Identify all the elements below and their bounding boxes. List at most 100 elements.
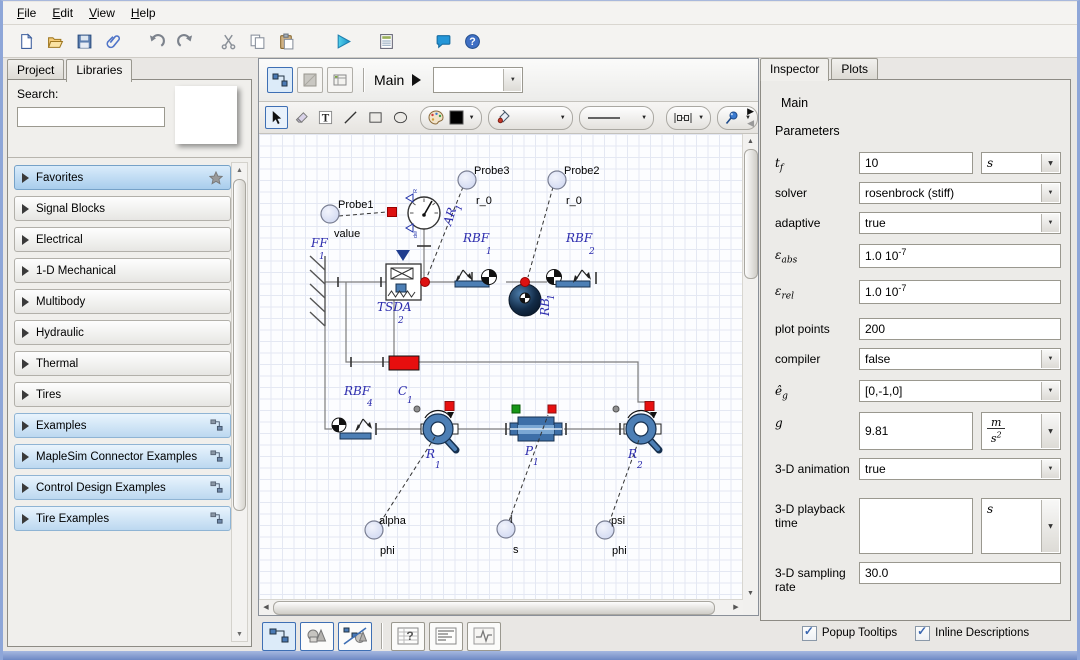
library-scrollbar[interactable]: ▲ ▼ <box>231 162 248 642</box>
open-file-button[interactable] <box>42 28 68 54</box>
menu-help[interactable]: Help <box>123 4 164 22</box>
state-square-green[interactable] <box>512 405 520 413</box>
canvas-vscrollbar[interactable]: ▲ ▼ <box>742 134 758 600</box>
run-simulation-button[interactable] <box>330 28 356 54</box>
ellipse-tool-button[interactable] <box>389 106 412 129</box>
solver-combo[interactable]: rosenbrock (stiff) <box>859 182 1061 204</box>
line-tool-button[interactable] <box>339 106 362 129</box>
eps-abs-input[interactable]: 1.0 10-7 <box>859 244 1061 268</box>
description-pane-button[interactable] <box>429 622 463 651</box>
3d-animation-combo[interactable]: true <box>859 458 1061 480</box>
state-square-red[interactable] <box>548 405 556 413</box>
library-item-1d-mechanical[interactable]: 1-D Mechanical <box>14 258 231 283</box>
library-item-maplesim-connector-examples[interactable]: MapleSim Connector Examples <box>14 444 231 469</box>
combo-arrow-icon[interactable] <box>1041 214 1059 232</box>
toolbar-collapse-icon[interactable] <box>747 117 754 129</box>
canvas-hscrollbar[interactable]: ◀ ▶ <box>259 599 743 615</box>
annotation-view-button[interactable] <box>297 67 323 93</box>
tab-project[interactable]: Project <box>7 59 64 80</box>
new-document-button[interactable] <box>13 28 39 54</box>
expand-triangle-icon[interactable] <box>22 452 29 462</box>
plot-points-input[interactable] <box>859 318 1061 340</box>
simulation-pane-button[interactable] <box>467 622 501 651</box>
scroll-up-icon[interactable]: ▲ <box>232 163 247 177</box>
scroll-left-icon[interactable]: ◀ <box>259 600 273 614</box>
3d-playback-unit-combo[interactable]: s <box>981 498 1061 554</box>
expand-triangle-icon[interactable] <box>22 266 29 276</box>
breadcrumb[interactable]: Main <box>374 72 404 88</box>
expand-triangle-icon[interactable] <box>22 297 29 307</box>
expand-triangle-icon[interactable] <box>22 359 29 369</box>
rigid-body-frame-2[interactable] <box>547 270 592 288</box>
library-item-favorites[interactable]: Favorites <box>14 165 231 190</box>
color-palette-control[interactable] <box>420 106 482 130</box>
probe-1[interactable] <box>321 205 339 223</box>
tsda-component[interactable] <box>386 250 421 300</box>
revolute-joint-1[interactable] <box>421 410 458 450</box>
cut-button[interactable] <box>215 28 241 54</box>
paste-button[interactable] <box>273 28 299 54</box>
expand-triangle-icon[interactable] <box>22 514 29 524</box>
expand-triangle-icon[interactable] <box>22 390 29 400</box>
rectangle-tool-button[interactable] <box>364 106 387 129</box>
adaptive-combo[interactable]: true <box>859 212 1061 234</box>
probe-attachment-square[interactable] <box>388 208 397 217</box>
subsystem-grid-button[interactable] <box>327 67 353 93</box>
prismatic-joint[interactable] <box>510 417 562 441</box>
gravity-vector-combo[interactable]: [0,-1,0] <box>859 380 1061 402</box>
eraser-tool-button[interactable] <box>290 106 313 129</box>
text-tool-button[interactable]: T <box>315 106 338 129</box>
attach-button[interactable] <box>100 28 126 54</box>
diagram-view-toggle[interactable] <box>262 622 296 651</box>
library-item-hydraulic[interactable]: Hydraulic <box>14 320 231 345</box>
combo-arrow-icon[interactable] <box>1041 184 1059 202</box>
subsystem-combo[interactable] <box>433 67 523 93</box>
vscroll-thumb[interactable] <box>744 149 758 279</box>
hscroll-thumb[interactable] <box>273 601 715 615</box>
rigid-body-frame-1[interactable] <box>455 270 497 288</box>
redo-button[interactable] <box>172 28 198 54</box>
dropdown-arrow-icon[interactable] <box>469 115 475 121</box>
library-item-multibody[interactable]: Multibody <box>14 289 231 314</box>
library-item-tire-examples[interactable]: Tire Examples <box>14 506 231 531</box>
rigid-body-frame-4[interactable] <box>332 418 372 439</box>
pointer-tool-button[interactable] <box>265 106 288 129</box>
search-input[interactable] <box>17 107 165 127</box>
dropdown-arrow-icon[interactable] <box>560 115 566 121</box>
scroll-down-icon[interactable]: ▼ <box>232 627 247 641</box>
3d-sampling-rate-input[interactable] <box>859 562 1061 584</box>
inline-descriptions-option[interactable]: Inline Descriptions <box>915 626 1029 641</box>
expand-triangle-icon[interactable] <box>22 173 29 183</box>
connection-style-control[interactable] <box>666 106 711 130</box>
library-item-thermal[interactable]: Thermal <box>14 351 231 376</box>
connection-dot[interactable] <box>421 278 430 287</box>
expand-triangle-icon[interactable] <box>22 421 29 431</box>
state-square-red[interactable] <box>445 402 454 411</box>
scroll-down-icon[interactable]: ▼ <box>743 586 758 600</box>
expand-triangle-icon[interactable] <box>22 483 29 493</box>
tf-unit-combo[interactable]: s <box>981 152 1061 174</box>
menu-edit[interactable]: Edit <box>44 4 81 22</box>
message-button[interactable] <box>430 28 456 54</box>
revolute-joint-2[interactable] <box>624 410 661 450</box>
combo-arrow-icon[interactable] <box>503 69 521 91</box>
model-canvas[interactable]: R dw <box>259 134 743 600</box>
compiler-combo[interactable]: false <box>859 348 1061 370</box>
3d-playback-time-input[interactable] <box>859 498 973 554</box>
angle-sensor-component[interactable]: R dw <box>406 189 440 238</box>
undo-button[interactable] <box>143 28 169 54</box>
combo-arrow-icon[interactable] <box>1041 414 1059 448</box>
scrollbar-thumb[interactable] <box>233 179 246 511</box>
combo-arrow-icon[interactable] <box>1041 382 1059 400</box>
diagram-view-button[interactable] <box>267 67 293 93</box>
expand-triangle-icon[interactable] <box>22 204 29 214</box>
menu-file[interactable]: File <box>9 4 44 22</box>
inline-descriptions-checkbox[interactable] <box>915 626 930 641</box>
toolbar-overflow-icon[interactable] <box>747 105 754 117</box>
line-style-control[interactable] <box>579 106 654 130</box>
state-square-red[interactable] <box>645 402 654 411</box>
fill-color-control[interactable] <box>488 106 573 130</box>
tf-input[interactable] <box>859 152 973 174</box>
expand-triangle-icon[interactable] <box>22 328 29 338</box>
library-item-tires[interactable]: Tires <box>14 382 231 407</box>
